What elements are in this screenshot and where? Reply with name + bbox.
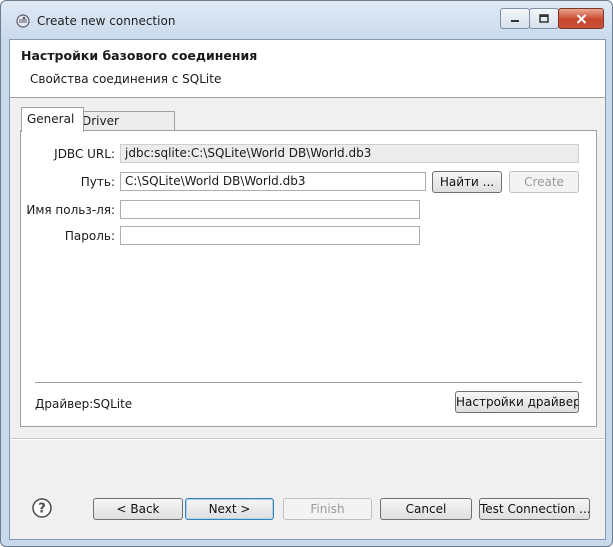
general-tab-panel: JDBC URL: jdbc:sqlite:C:\SQLite\World DB… <box>20 130 597 427</box>
password-input[interactable] <box>120 226 420 245</box>
maximize-button[interactable] <box>529 8 559 29</box>
dialog-window: Create new connection Настройки базового… <box>0 0 613 547</box>
driver-settings-button[interactable]: Настройки драйвера <box>455 391 579 413</box>
finish-button[interactable]: Finish <box>283 498 372 520</box>
create-button[interactable]: Create <box>509 171 579 193</box>
window-title: Create new connection <box>37 14 176 28</box>
page-title: Настройки базового соединения <box>21 48 258 63</box>
panel-separator <box>35 382 582 384</box>
minimize-button[interactable] <box>500 8 530 29</box>
dialog-client: Настройки базового соединения Свойства с… <box>9 39 606 540</box>
svg-text:?: ? <box>38 502 46 517</box>
eclipse-app-icon <box>16 14 30 28</box>
close-icon <box>576 13 586 24</box>
wizard-banner: Настройки базового соединения Свойства с… <box>10 40 605 98</box>
tab-general[interactable]: General <box>21 107 84 132</box>
driver-label: Драйвер: <box>35 397 94 411</box>
path-input[interactable]: C:\SQLite\World DB\World.db3 <box>120 172 426 191</box>
jdbc-url-label: JDBC URL: <box>54 147 115 161</box>
title-bar[interactable]: Create new connection <box>1 1 612 39</box>
page-subtitle: Свойства соединения с SQLite <box>30 72 222 86</box>
path-label: Путь: <box>80 175 115 189</box>
test-connection-button[interactable]: Test Connection ... <box>479 498 590 520</box>
caption-buttons <box>500 8 604 29</box>
maximize-icon <box>539 14 549 23</box>
next-button[interactable]: Next > <box>185 498 274 520</box>
tab-driver-properties[interactable]: Driver properties <box>76 111 175 147</box>
password-label: Пароль: <box>64 229 115 243</box>
driver-name: SQLite <box>93 397 133 411</box>
back-button[interactable]: < Back <box>93 498 183 520</box>
jdbc-url-field[interactable]: jdbc:sqlite:C:\SQLite\World DB\World.db3 <box>120 144 579 163</box>
close-button[interactable] <box>558 8 604 29</box>
footer-separator <box>10 438 605 440</box>
help-icon[interactable]: ? <box>32 498 52 518</box>
username-label: Имя польз-ля: <box>26 203 115 217</box>
cancel-button[interactable]: Cancel <box>380 498 472 520</box>
minimize-icon <box>511 19 519 22</box>
browse-button[interactable]: Найти ... <box>432 171 502 193</box>
username-input[interactable] <box>120 200 420 219</box>
